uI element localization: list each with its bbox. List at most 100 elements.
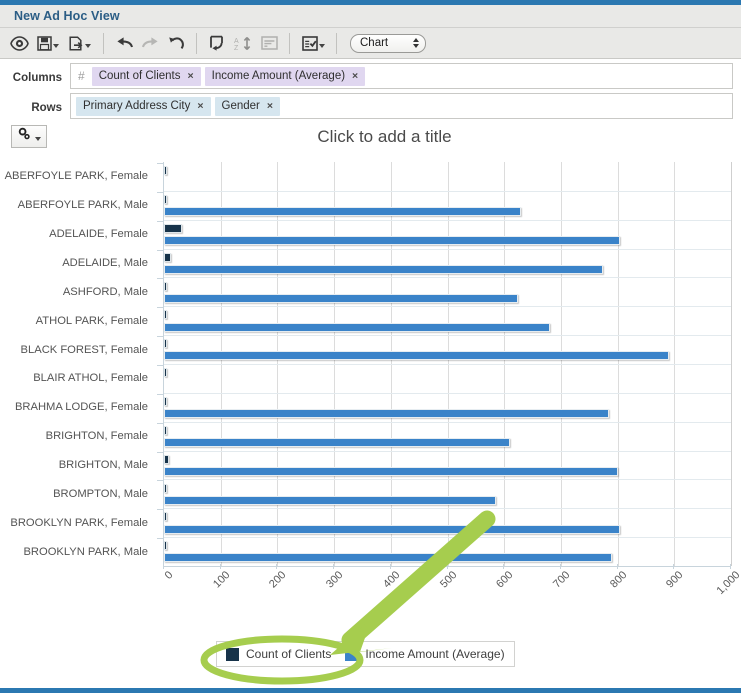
rows-row: Rows Primary Address City × Gender × <box>0 89 741 119</box>
svg-text:A: A <box>234 38 239 45</box>
toolbar-group-data: A Z <box>204 28 282 58</box>
category-separator <box>164 450 731 452</box>
legend-item-count-of-clients[interactable]: Count of Clients <box>226 647 331 661</box>
bar-income-amount-average[interactable] <box>164 322 550 332</box>
redo-button[interactable] <box>137 31 163 55</box>
x-axis-tick-label: 400 <box>380 569 403 591</box>
bar-count-of-clients[interactable] <box>164 252 171 262</box>
legend-item-income-amount-average[interactable]: Income Amount (Average) <box>345 647 505 661</box>
x-axis-tick-label: 700 <box>550 569 573 591</box>
x-axis-tick-label: 900 <box>664 569 686 591</box>
sort-button[interactable]: A Z <box>230 31 256 55</box>
x-axis-tick-label: 600 <box>494 569 516 591</box>
y-axis-category-label: BROOKLYN PARK, Male <box>23 545 148 558</box>
bar-income-amount-average[interactable] <box>164 409 610 419</box>
x-axis-tick-label: 300 <box>324 569 346 591</box>
bar-count-of-clients[interactable] <box>164 368 167 378</box>
input-controls-icon <box>260 36 278 50</box>
save-chevron-down-icon[interactable] <box>53 43 59 48</box>
bar-count-of-clients[interactable] <box>164 281 167 291</box>
bar-income-amount-average[interactable] <box>164 466 618 476</box>
save-button[interactable] <box>32 31 64 55</box>
y-axis-category-label: ABERFOYLE PARK, Male <box>17 199 148 212</box>
chip-remove-icon[interactable]: × <box>267 100 273 112</box>
x-axis-tick-label: 800 <box>607 569 630 591</box>
revert-button[interactable] <box>163 31 189 55</box>
display-options-icon <box>301 35 318 51</box>
x-axis-tick <box>276 564 278 569</box>
x-axis-tick <box>730 564 731 569</box>
chip-label: Gender <box>221 100 260 112</box>
input-controls-button[interactable] <box>256 31 282 55</box>
bar-count-of-clients[interactable] <box>164 339 167 349</box>
preview-button[interactable] <box>6 31 32 55</box>
bar-income-amount-average[interactable] <box>164 495 496 505</box>
rows-dropzone[interactable]: Primary Address City × Gender × <box>70 93 733 119</box>
x-axis-tick-label: 200 <box>267 569 289 591</box>
bar-count-of-clients[interactable] <box>164 195 167 204</box>
display-options-button[interactable] <box>297 31 329 55</box>
sort-icon: A Z <box>234 36 252 51</box>
visualization-type-select[interactable]: Chart <box>350 33 426 53</box>
chip-label: Income Amount (Average) <box>211 70 346 82</box>
bar-income-amount-average[interactable] <box>164 524 621 534</box>
legend-label: Count of Clients <box>246 647 332 661</box>
bar-income-amount-average[interactable] <box>164 207 522 217</box>
undo-icon <box>115 36 134 50</box>
x-axis-tick <box>616 564 618 569</box>
chip-label: Primary Address City <box>83 100 191 112</box>
chip-remove-icon[interactable]: × <box>352 70 358 82</box>
switch-group-button[interactable] <box>204 31 230 55</box>
bar-income-amount-average[interactable] <box>164 351 669 361</box>
bar-income-amount-average[interactable] <box>164 553 612 563</box>
x-axis-tick <box>333 564 335 569</box>
chart-title-placeholder[interactable]: Click to add a title <box>0 127 741 147</box>
bar-count-of-clients[interactable] <box>164 454 169 464</box>
chart-header: Click to add a title <box>0 119 741 161</box>
column-chip-count-of-clients[interactable]: Count of Clients × <box>91 66 201 86</box>
measure-hash-icon: # <box>78 69 85 83</box>
category-separator <box>164 306 731 308</box>
chart-x-axis: 0 100 200 300 400 500 600 700 800 900 1,000 <box>163 564 741 619</box>
category-separator <box>164 508 731 510</box>
export-chevron-down-icon[interactable] <box>85 43 91 48</box>
legend-swatch-icon <box>226 647 239 661</box>
svg-text:Z: Z <box>234 45 239 51</box>
display-options-chevron-down-icon[interactable] <box>318 43 325 48</box>
bar-count-of-clients[interactable] <box>164 483 167 493</box>
bar-count-of-clients[interactable] <box>164 425 167 435</box>
ad-hoc-view-window: New Ad Hoc View A Z Chart Columns # Coun… <box>0 0 741 693</box>
chart-plot-area <box>163 162 732 567</box>
x-axis-tick-label: 500 <box>437 569 459 591</box>
legend-label: Income Amount (Average) <box>365 647 505 661</box>
bar-count-of-clients[interactable] <box>164 541 167 551</box>
bar-count-of-clients[interactable] <box>164 397 167 406</box>
chart-y-axis: ABERFOYLE PARK, Female ABERFOYLE PARK, Ma… <box>0 162 163 567</box>
bar-income-amount-average[interactable] <box>164 293 519 303</box>
export-button[interactable] <box>64 31 96 55</box>
x-axis-tick <box>163 564 164 569</box>
chip-remove-icon[interactable]: × <box>188 70 194 82</box>
chip-remove-icon[interactable]: × <box>197 100 203 112</box>
undo-button[interactable] <box>111 31 137 55</box>
x-axis-tick-label: 1,000 <box>714 569 741 597</box>
editor-toolbar: A Z Chart <box>0 28 741 59</box>
stepper-icon[interactable] <box>413 38 419 48</box>
redo-icon <box>141 36 160 50</box>
row-chip-gender[interactable]: Gender × <box>214 96 280 116</box>
bar-income-amount-average[interactable] <box>164 437 510 447</box>
y-axis-category-label: BLAIR ATHOL, Female <box>33 372 148 385</box>
bar-count-of-clients[interactable] <box>164 223 183 233</box>
bottom-accent-strip <box>0 688 741 693</box>
bar-count-of-clients[interactable] <box>164 310 167 320</box>
row-chip-primary-address-city[interactable]: Primary Address City × <box>76 96 211 116</box>
columns-dropzone[interactable]: # Count of Clients × Income Amount (Aver… <box>70 63 733 89</box>
bar-count-of-clients[interactable] <box>164 512 167 522</box>
preview-icon <box>9 35 29 51</box>
x-axis-tick-label: 100 <box>210 569 233 591</box>
bar-count-of-clients[interactable] <box>164 166 167 176</box>
bar-income-amount-average[interactable] <box>164 235 621 245</box>
category-separator <box>164 277 731 279</box>
bar-income-amount-average[interactable] <box>164 264 604 274</box>
column-chip-income-amount-average[interactable]: Income Amount (Average) × <box>204 66 366 86</box>
